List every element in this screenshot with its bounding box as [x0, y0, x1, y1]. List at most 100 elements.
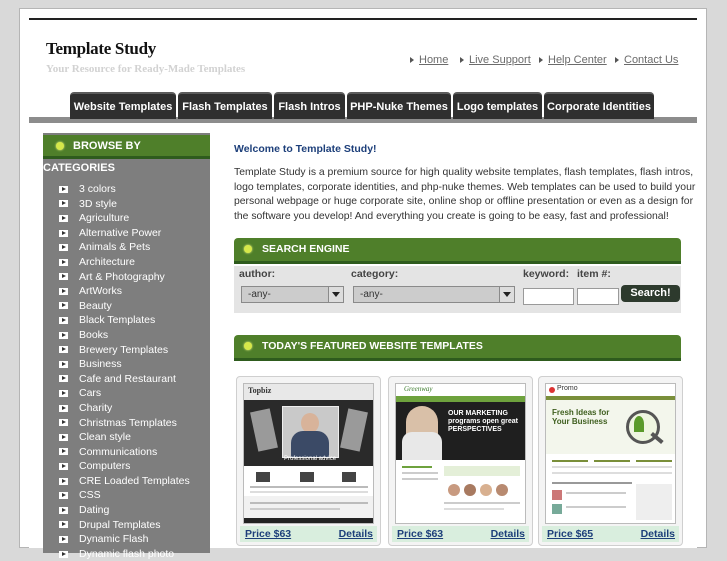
- category-item[interactable]: Christmas Templates: [43, 416, 210, 431]
- welcome-title: Welcome to Template Study!: [234, 143, 377, 155]
- tab-flash-templates[interactable]: Flash Templates: [178, 92, 272, 119]
- arrow-bullet-icon: [59, 433, 68, 441]
- template-thumbnail[interactable]: Topbiz Professional advice: [243, 383, 374, 524]
- keyword-label: keyword:: [523, 268, 570, 280]
- category-label: Black Templates: [79, 314, 156, 327]
- arrow-bullet-icon: [59, 302, 68, 310]
- category-item[interactable]: Drupal Templates: [43, 518, 210, 533]
- category-item[interactable]: Dynamic flash photo: [43, 547, 210, 561]
- price-link[interactable]: Price $63: [397, 526, 443, 542]
- category-item[interactable]: Clean style: [43, 430, 210, 445]
- search-button[interactable]: Search!: [621, 285, 680, 302]
- top-link-contact-us[interactable]: Contact Us: [615, 54, 678, 66]
- green-bullet-icon: [244, 342, 252, 351]
- top-link-help-center[interactable]: Help Center: [539, 54, 607, 66]
- category-label: Books: [79, 328, 109, 341]
- category-label: 3 colors: [79, 183, 116, 195]
- category-item[interactable]: Brewery Templates: [43, 343, 210, 358]
- thumb-banner-text: OUR MARKETING programs open great PERSPE…: [448, 410, 519, 433]
- category-item[interactable]: Communications: [43, 445, 210, 460]
- category-item[interactable]: Art & Photography: [43, 270, 210, 285]
- category-sidebar: BROWSE BY CATEGORIES 3 colors 3D style Agr…: [43, 133, 210, 560]
- category-item[interactable]: Computers: [43, 459, 210, 474]
- site-title[interactable]: Template Study: [46, 39, 156, 59]
- welcome-text: Template Study is a premium source for h…: [234, 167, 696, 222]
- item-number-input[interactable]: [577, 288, 619, 305]
- category-item[interactable]: ArtWorks: [43, 284, 210, 299]
- green-bullet-icon: [56, 142, 64, 151]
- tab-corporate-identities[interactable]: Corporate Identities: [544, 92, 654, 119]
- green-bullet-icon: [244, 245, 252, 254]
- bullet-arrow-icon: [539, 57, 543, 64]
- category-label: Architecture: [79, 255, 136, 268]
- keyword-input[interactable]: [523, 288, 574, 305]
- category-item[interactable]: CRE Loaded Templates: [43, 474, 210, 489]
- category-item[interactable]: 3D style: [43, 197, 210, 212]
- template-thumbnail[interactable]: Promo Fresh Ideas for Your Business: [545, 383, 676, 524]
- site-tagline: Your Resource for Ready-Made Templates: [46, 63, 246, 75]
- main-nav: Website Templates Flash Templates Flash …: [29, 89, 697, 123]
- category-item[interactable]: Beauty: [43, 299, 210, 314]
- category-item[interactable]: Business: [43, 357, 210, 372]
- category-label: Charity: [79, 401, 113, 414]
- bullet-arrow-icon: [410, 57, 414, 64]
- tab-logo-templates[interactable]: Logo templates: [453, 92, 542, 119]
- thumb-banner-text: Fresh Ideas for Your Business: [552, 408, 610, 426]
- top-link-home[interactable]: Home: [410, 54, 448, 66]
- sidebar-heading: BROWSE BY CATEGORIES: [43, 135, 210, 174]
- category-label: ArtWorks: [79, 285, 122, 298]
- tab-php-nuke-themes[interactable]: PHP-Nuke Themes: [347, 92, 451, 119]
- tab-website-templates[interactable]: Website Templates: [70, 92, 176, 119]
- arrow-bullet-icon: [59, 200, 68, 208]
- category-select[interactable]: -any-: [353, 286, 515, 303]
- arrow-bullet-icon: [59, 360, 68, 368]
- template-card[interactable]: Greenway OUR MARKETING programs open gre…: [388, 376, 533, 546]
- arrow-bullet-icon: [59, 346, 68, 354]
- arrow-bullet-icon: [59, 317, 68, 325]
- tab-flash-intros[interactable]: Flash Intros: [274, 92, 345, 119]
- details-link[interactable]: Details: [339, 526, 373, 542]
- arrow-bullet-icon: [59, 492, 68, 500]
- category-item[interactable]: Dating: [43, 503, 210, 518]
- category-label: Drupal Templates: [79, 518, 161, 531]
- category-label: 3D style: [79, 197, 117, 210]
- category-item[interactable]: Black Templates: [43, 313, 210, 328]
- thumb-logo: Topbiz: [248, 386, 272, 395]
- arrow-bullet-icon: [59, 535, 68, 543]
- details-link[interactable]: Details: [491, 526, 525, 542]
- category-item[interactable]: Architecture: [43, 255, 210, 270]
- category-label: Cars: [79, 387, 102, 400]
- category-label: Alternative Power: [79, 226, 162, 239]
- category-label: Dynamic flash photo: [79, 547, 175, 560]
- category-item[interactable]: Cars: [43, 386, 210, 401]
- template-card[interactable]: Topbiz Professional advice Price $63 Det…: [236, 376, 381, 546]
- details-link[interactable]: Details: [641, 526, 675, 542]
- category-item[interactable]: 3 colors: [43, 182, 210, 197]
- category-item[interactable]: Animals & Pets: [43, 240, 210, 255]
- category-label: Agriculture: [79, 212, 130, 225]
- price-link[interactable]: Price $63: [245, 526, 291, 542]
- template-card[interactable]: Promo Fresh Ideas for Your Business Pric…: [538, 376, 683, 546]
- category-label: Christmas Templates: [79, 416, 177, 429]
- arrow-bullet-icon: [59, 331, 68, 339]
- arrow-bullet-icon: [59, 419, 68, 427]
- template-thumbnail[interactable]: Greenway OUR MARKETING programs open gre…: [395, 383, 526, 524]
- price-link[interactable]: Price $65: [547, 526, 593, 542]
- arrow-bullet-icon: [59, 287, 68, 295]
- category-item[interactable]: Agriculture: [43, 211, 210, 226]
- card-footer: Price $63 Details: [240, 526, 377, 542]
- thumb-logo: Promo: [557, 385, 578, 392]
- category-item[interactable]: CSS: [43, 488, 210, 503]
- category-item[interactable]: Alternative Power: [43, 226, 210, 241]
- category-label: Cafe and Restaurant: [79, 372, 176, 385]
- author-select[interactable]: -any-: [241, 286, 344, 303]
- category-list: 3 colors 3D style Agriculture Alternative P…: [43, 182, 210, 561]
- top-link-live-support[interactable]: Live Support: [460, 54, 531, 66]
- category-item[interactable]: Cafe and Restaurant: [43, 372, 210, 387]
- thumb-logo: Greenway: [404, 385, 433, 393]
- arrow-bullet-icon: [59, 273, 68, 281]
- featured-heading: TODAY'S FEATURED WEBSITE TEMPLATES: [234, 335, 681, 361]
- category-label: CRE Loaded Templates: [79, 474, 190, 487]
- category-item[interactable]: Charity: [43, 401, 210, 416]
- category-item[interactable]: Books: [43, 328, 210, 343]
